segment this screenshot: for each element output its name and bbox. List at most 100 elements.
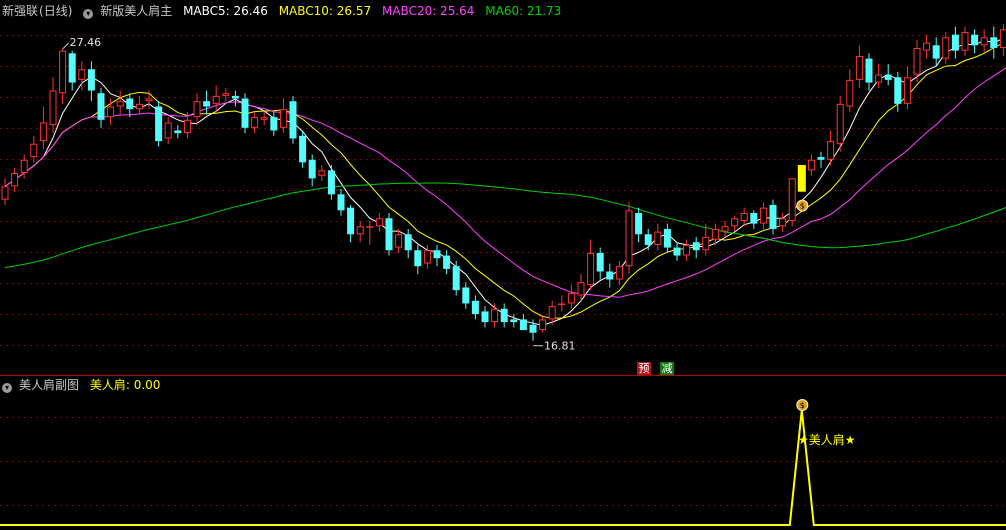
period-label: (日线) (39, 4, 73, 18)
candle-body (635, 212, 643, 235)
candle (443, 250, 451, 275)
high-price-label: 27.46 (70, 36, 102, 49)
candle-body (87, 69, 95, 91)
candle (500, 303, 508, 328)
candle-body (491, 308, 499, 323)
candle-body (183, 119, 191, 134)
candle (59, 49, 67, 104)
candle-body (433, 250, 441, 259)
candle (692, 236, 700, 259)
candle-body (155, 106, 163, 142)
candle (337, 189, 345, 216)
candle-body (759, 207, 767, 224)
candle (126, 93, 134, 118)
candle (683, 239, 691, 261)
candle (846, 69, 854, 112)
candle-body (241, 98, 249, 128)
candle-body (270, 117, 278, 131)
candle-body (615, 266, 623, 280)
candle-body (500, 308, 508, 323)
candle-body (942, 37, 950, 59)
candle (644, 228, 652, 251)
candle-body (59, 50, 67, 94)
candle (375, 212, 383, 232)
candle (174, 125, 182, 139)
candle-body (807, 159, 815, 171)
chart-canvas: $ $ 27.46 16.81 ★美人肩★ (0, 24, 1006, 526)
price-grid (0, 35, 1006, 346)
candle (385, 212, 393, 256)
candle-body (414, 250, 422, 267)
candle-body (558, 303, 566, 305)
candle-body (462, 287, 470, 304)
candle (87, 61, 95, 102)
candle (164, 117, 172, 144)
candle (347, 204, 355, 243)
sub-indicator-name: 美人肩副图 (19, 378, 80, 392)
high-annotation: 27.46 (62, 36, 102, 50)
candle (779, 212, 787, 232)
ma60-value: MA60: 21.73 (485, 4, 562, 18)
chevron-down-icon[interactable]: ▾ (2, 383, 12, 393)
candle (865, 53, 873, 91)
candle-body (481, 311, 489, 323)
candle (817, 151, 825, 168)
candle (97, 87, 105, 128)
candle-body (548, 306, 556, 320)
candle-body (529, 324, 537, 333)
candle (462, 282, 470, 309)
candle (452, 260, 460, 296)
candle-body (654, 231, 662, 245)
money-bag-icon: $ (796, 199, 809, 212)
candle (855, 45, 863, 88)
candle-body (212, 95, 220, 104)
candle-body (164, 122, 172, 139)
candle-body (932, 45, 940, 59)
candle-body (260, 117, 268, 120)
candle (942, 31, 950, 64)
stock-name: 新强联 (2, 4, 39, 18)
candle-body (913, 47, 921, 75)
candle-body (299, 135, 307, 163)
candle (951, 26, 959, 59)
candle-body (145, 98, 153, 102)
candle (1, 178, 9, 205)
candle-body (999, 29, 1006, 48)
ma-line-MABC10 (4, 42, 1006, 319)
indicator-name: 新版美人肩主 (100, 4, 173, 18)
candle (212, 85, 220, 112)
candle-body (625, 210, 633, 267)
candle-body (203, 101, 211, 107)
candle (356, 220, 364, 243)
chevron-down-icon[interactable]: ▾ (83, 9, 94, 19)
candle (471, 295, 479, 320)
candle-body (846, 79, 854, 107)
candle-body (788, 178, 796, 221)
candle (750, 210, 758, 229)
tag-jian: 减 (660, 362, 674, 375)
candle-body (827, 141, 835, 160)
candle-body (452, 266, 460, 291)
candle (971, 29, 979, 54)
ma-line-MA60 (4, 182, 1006, 268)
candle-body (721, 226, 729, 232)
candle-body (1, 186, 9, 200)
candle (30, 135, 38, 163)
candle (558, 295, 566, 312)
candle-body (836, 103, 844, 144)
candle (990, 26, 998, 59)
candle (884, 63, 892, 86)
candle-body (30, 143, 38, 158)
candle (135, 95, 143, 115)
candle-body (337, 194, 345, 211)
candle (596, 247, 604, 280)
candle-body (375, 218, 383, 227)
candle (510, 314, 518, 328)
candle-body (903, 77, 911, 104)
candle-body (510, 319, 518, 323)
candle-body (107, 106, 115, 118)
candle (663, 223, 671, 253)
candle (875, 63, 883, 88)
candle-body (606, 271, 614, 280)
candlestick-series (1, 24, 1006, 341)
